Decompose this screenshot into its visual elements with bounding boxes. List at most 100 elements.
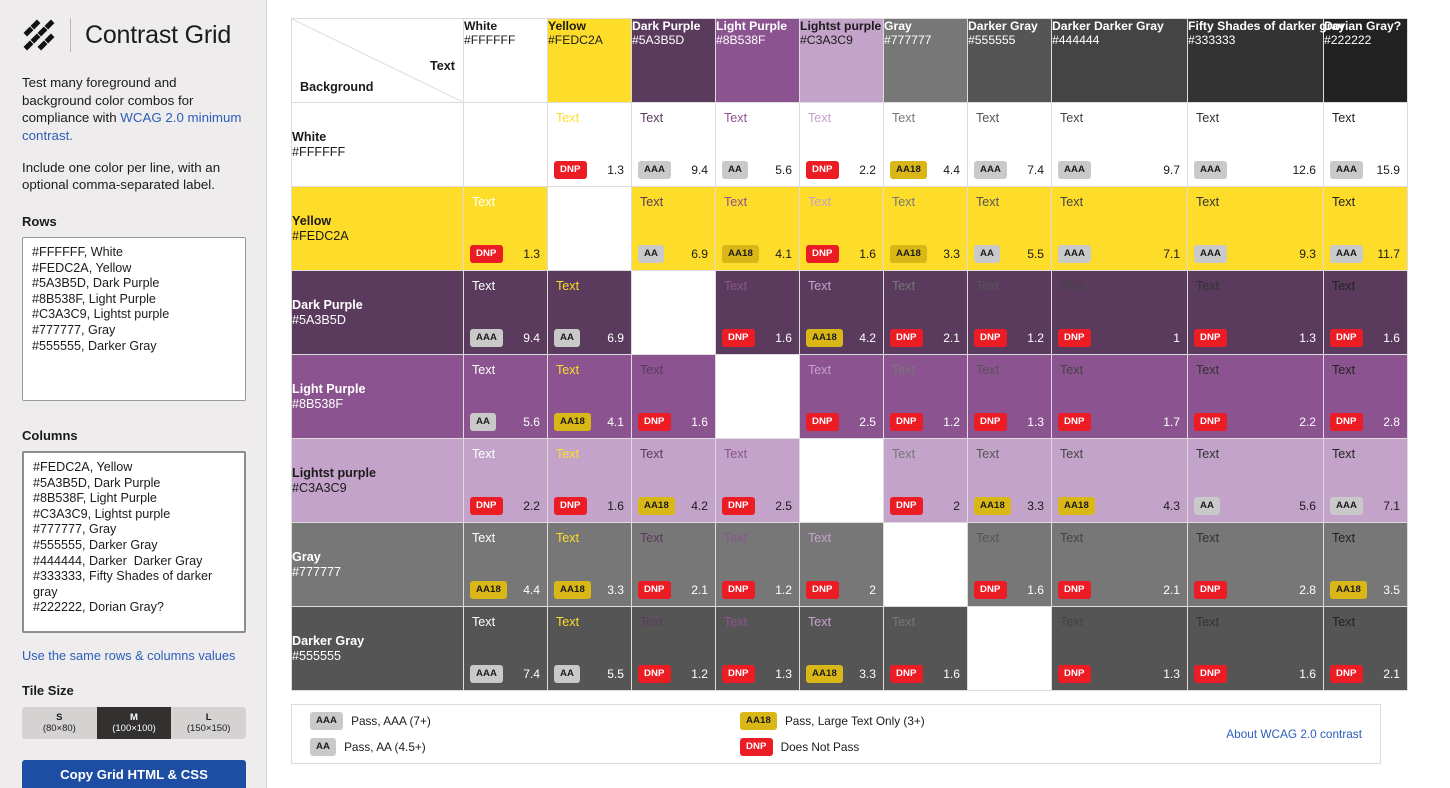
sample-text: Text	[808, 531, 832, 545]
cell-footer: DNP 1.3	[554, 161, 624, 179]
contrast-cell: Text AA 5.6	[463, 354, 548, 439]
contrast-ratio: 1.3	[1163, 667, 1180, 682]
contrast-ratio: 7.4	[1027, 163, 1044, 178]
column-header-hex: #FEDC2A	[548, 33, 603, 47]
tile-size-l-button[interactable]: L (150×150)	[171, 707, 246, 740]
cell-footer: DNP 1.3	[1058, 665, 1180, 683]
contrast-cell: Text DNP 1.2	[631, 606, 716, 691]
status-badge: AAA	[1330, 245, 1364, 263]
legend-item: AAA Pass, AAA (7+)	[310, 712, 740, 730]
sample-text: Text	[556, 111, 580, 125]
contrast-ratio: 1.6	[607, 499, 624, 514]
sample-text: Text	[724, 111, 748, 125]
sample-text: Text	[1332, 195, 1356, 209]
about-wcag-link[interactable]: About WCAG 2.0 contrast	[1226, 727, 1362, 741]
contrast-ratio: 1.6	[1299, 667, 1316, 682]
column-header-name: Darker Gray	[968, 19, 1038, 33]
cell-footer: AA 6.9	[554, 329, 624, 347]
tile-size-l-name: L	[205, 712, 212, 724]
status-badge: DNP	[470, 245, 503, 263]
contrast-cell: Text DNP 1.6	[967, 522, 1052, 607]
row-header-hex: #777777	[292, 564, 342, 579]
status-badge: AA18	[1330, 581, 1367, 599]
sample-text: Text	[976, 279, 1000, 293]
status-badge: AAA	[470, 665, 504, 683]
contrast-cell: Text DNP 2.2	[799, 102, 884, 187]
contrast-ratio: 12.6	[1292, 163, 1316, 178]
cell-footer: DNP 2.5	[722, 497, 792, 515]
status-badge: AA18	[554, 413, 591, 431]
status-badge: AA18	[974, 497, 1011, 515]
contrast-cell: Text DNP 2	[883, 438, 968, 523]
column-header-hex: #333333	[1188, 33, 1236, 47]
columns-input[interactable]	[22, 451, 246, 634]
status-badge: DNP	[1330, 413, 1363, 431]
cell-footer: DNP 1.6	[638, 413, 708, 431]
status-badge: AA18	[638, 497, 675, 515]
cell-footer: AAA 7.4	[470, 665, 540, 683]
tile-size-m-button[interactable]: M (100×100)	[96, 707, 172, 740]
status-badge: AA	[554, 329, 581, 347]
cell-footer: AAA 9.3	[1194, 245, 1316, 263]
cell-footer: DNP 2.5	[806, 413, 876, 431]
contrast-cell: Text AAA 7.4	[463, 606, 548, 691]
status-badge: DNP	[1194, 413, 1227, 431]
contrast-cell: Text DNP 1.6	[631, 354, 716, 439]
sample-text: Text	[976, 363, 1000, 377]
row-header-hex: #C3A3C9	[292, 480, 347, 495]
status-badge: DNP	[890, 329, 923, 347]
contrast-cell: Text DNP 2.8	[1323, 354, 1408, 439]
tile-size-s-dims: (80×80)	[42, 723, 76, 735]
status-badge: DNP	[554, 497, 587, 515]
contrast-cell	[799, 438, 884, 523]
row-header-name: Lightst purple	[292, 465, 376, 480]
contrast-cell: Text AAA 12.6	[1187, 102, 1324, 187]
status-badge: DNP	[890, 413, 923, 431]
cell-footer: AA 5.6	[722, 161, 792, 179]
status-badge: DNP	[1330, 665, 1363, 683]
column-header-name: Fifty Shades of darker gray	[1188, 19, 1346, 33]
status-badge: AAA	[1194, 245, 1228, 263]
contrast-ratio: 1.6	[859, 247, 876, 262]
contrast-ratio: 3.5	[1383, 583, 1400, 598]
status-badge: AA18	[806, 665, 843, 683]
contrast-cell: Text AAA 9.4	[463, 270, 548, 355]
brand: Contrast Grid	[22, 18, 244, 52]
status-badge: AAA	[974, 161, 1008, 179]
intro-paragraph-2: Include one color per line, with an opti…	[22, 159, 221, 193]
cell-footer: DNP 2.1	[638, 581, 708, 599]
contrast-ratio: 4.3	[1163, 499, 1180, 514]
copy-grid-html-css-button[interactable]: Copy Grid HTML & CSS	[22, 760, 246, 788]
status-badge: AA	[470, 413, 497, 431]
column-header-hex: #C3A3C9	[800, 33, 853, 47]
row-header: Dark Purple #5A3B5D	[291, 270, 464, 355]
sample-text: Text	[472, 363, 496, 377]
status-badge: DNP	[722, 581, 755, 599]
sample-text: Text	[1332, 615, 1356, 629]
contrast-cell: Text AA18 3.3	[547, 522, 632, 607]
status-badge: DNP	[890, 665, 923, 683]
contrast-cell: Text DNP 1.2	[967, 270, 1052, 355]
cell-footer: AA 5.6	[470, 413, 540, 431]
contrast-ratio: 11.7	[1377, 247, 1400, 262]
rows-input[interactable]	[22, 237, 246, 402]
sample-text: Text	[472, 279, 496, 293]
status-badge: DNP	[806, 245, 839, 263]
tile-size-s-button[interactable]: S (80×80)	[22, 707, 97, 740]
status-badge: DNP	[1058, 665, 1091, 683]
contrast-cell: Text AAA 7.1	[1051, 186, 1188, 271]
grid-row: Lightst purple #C3A3C9 Text DNP 2.2 Text DNP 1.…	[291, 438, 1408, 523]
cell-footer: DNP 1.2	[638, 665, 708, 683]
use-same-values-link[interactable]: Use the same rows & columns values	[22, 648, 244, 663]
column-header: Darker Darker Gray #444444	[1051, 18, 1188, 103]
legend-item: DNP Does Not Pass	[740, 738, 1170, 756]
row-header-hex: #8B538F	[292, 396, 344, 411]
sample-text: Text	[808, 363, 832, 377]
contrast-ratio: 9.4	[691, 163, 708, 178]
cell-footer: DNP 1.6	[722, 329, 792, 347]
contrast-ratio: 3.3	[943, 247, 960, 262]
contrast-ratio: 2.8	[1299, 583, 1316, 598]
cell-footer: AA18 3.5	[1330, 581, 1400, 599]
contrast-ratio: 1.6	[943, 667, 960, 682]
contrast-cell: Text DNP 1.3	[463, 186, 548, 271]
